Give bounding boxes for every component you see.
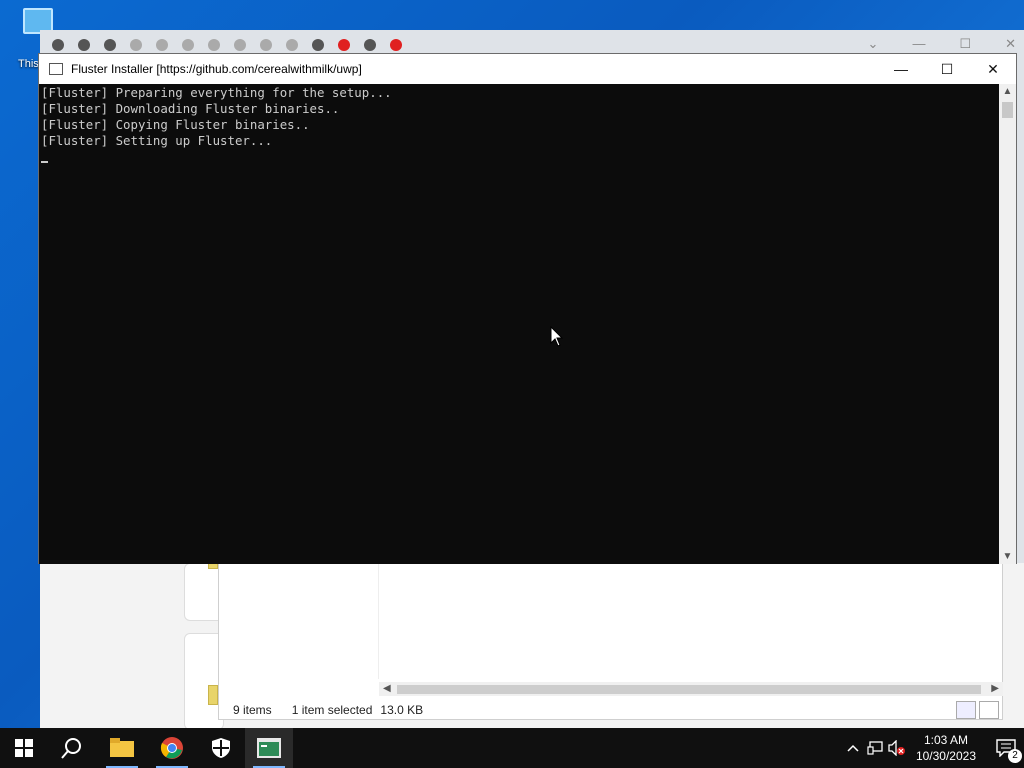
- console-titlebar[interactable]: Fluster Installer [https://github.com/ce…: [39, 54, 1016, 84]
- console-line: [Fluster] Setting up Fluster...: [41, 133, 273, 148]
- tab-favicon[interactable]: [286, 39, 298, 51]
- terminal-output[interactable]: [Fluster] Preparing everything for the s…: [39, 84, 1001, 564]
- horizontal-scrollbar[interactable]: ◀ ▶: [379, 682, 1003, 696]
- notification-badge: 2: [1008, 749, 1022, 763]
- system-tray: 1:03 AM 10/30/2023 2: [842, 728, 1024, 768]
- security-icon: [212, 738, 230, 758]
- scrollbar-thumb[interactable]: [397, 685, 981, 694]
- tab-favicon[interactable]: [130, 39, 142, 51]
- tab-favicon[interactable]: [182, 39, 194, 51]
- tab-favicon[interactable]: [364, 39, 376, 51]
- scroll-left-icon[interactable]: ◀: [383, 682, 391, 696]
- file-explorer-window[interactable]: ◀ ▶ 9 items 1 item selected 13.0 KB: [218, 563, 1003, 720]
- maximize-button[interactable]: ☐: [924, 54, 970, 84]
- chevron-up-icon[interactable]: [842, 744, 864, 752]
- folder-icon: [208, 685, 218, 705]
- scroll-up-icon[interactable]: ▲: [999, 86, 1016, 97]
- search-icon: [61, 738, 81, 759]
- volume-muted-icon[interactable]: [886, 740, 908, 756]
- taskbar-chrome[interactable]: [148, 728, 196, 768]
- tab-favicon[interactable]: [52, 39, 64, 51]
- taskbar-file-explorer[interactable]: [98, 728, 146, 768]
- tab-favicon[interactable]: [338, 39, 350, 51]
- console-line: [Fluster] Preparing everything for the s…: [41, 85, 392, 100]
- close-icon[interactable]: ✕: [1005, 36, 1016, 52]
- desktop: This ⌄ — ☐ ✕ ◀ ▶ 9 items 1 item selected…: [0, 0, 1024, 728]
- console-line: [Fluster] Copying Fluster binaries..: [41, 117, 310, 132]
- clock-date: 10/30/2023: [915, 749, 976, 763]
- selection-count: 1 item selected: [291, 703, 373, 717]
- scroll-right-icon[interactable]: ▶: [991, 682, 999, 696]
- search-button[interactable]: [48, 728, 96, 768]
- tab-favicon[interactable]: [234, 39, 246, 51]
- action-center-button[interactable]: 2: [988, 739, 1024, 763]
- tab-favicon[interactable]: [390, 39, 402, 51]
- tab-favicon[interactable]: [156, 39, 168, 51]
- minimize-icon: —: [894, 61, 908, 77]
- console-icon: [257, 738, 281, 758]
- start-icon: [15, 739, 33, 757]
- details-view-icon[interactable]: [956, 701, 976, 719]
- taskbar: 1:03 AM 10/30/2023 2: [0, 728, 1024, 768]
- clock-time: 1:03 AM: [923, 733, 968, 747]
- scrollbar-thumb[interactable]: [1002, 102, 1013, 118]
- minimize-icon[interactable]: —: [912, 36, 925, 52]
- selection-size: 13.0 KB: [380, 703, 424, 717]
- browser-window-controls: ⌄ — ☐ ✕: [868, 36, 1016, 52]
- maximize-icon[interactable]: ☐: [959, 36, 971, 52]
- console-window[interactable]: Fluster Installer [https://github.com/ce…: [38, 53, 1017, 564]
- close-button[interactable]: ✕: [970, 54, 1016, 84]
- tab-favicon[interactable]: [260, 39, 272, 51]
- network-icon[interactable]: [864, 741, 886, 755]
- console-app-icon: [49, 63, 63, 75]
- close-icon: ✕: [987, 60, 999, 77]
- chevron-down-icon[interactable]: ⌄: [868, 36, 879, 52]
- navigation-pane[interactable]: [219, 564, 379, 679]
- taskbar-console[interactable]: [245, 728, 293, 768]
- maximize-icon: ☐: [940, 60, 954, 77]
- desktop-icon-label: This: [18, 58, 39, 70]
- chrome-icon: [160, 737, 183, 759]
- large-icons-view-icon[interactable]: [979, 701, 999, 719]
- vertical-scrollbar[interactable]: ▲ ▼: [999, 84, 1016, 564]
- status-bar: 9 items 1 item selected 13.0 KB: [219, 700, 1003, 720]
- item-count: 9 items: [233, 703, 272, 717]
- minimize-button[interactable]: —: [878, 54, 924, 84]
- scroll-down-icon[interactable]: ▼: [999, 551, 1016, 562]
- window-title: Fluster Installer [https://github.com/ce…: [71, 62, 362, 76]
- tab-favicon[interactable]: [78, 39, 90, 51]
- tab-favicon[interactable]: [312, 39, 324, 51]
- start-button[interactable]: [0, 728, 48, 768]
- console-line: [Fluster] Downloading Fluster binaries..: [41, 101, 340, 116]
- taskbar-security[interactable]: [197, 728, 245, 768]
- text-cursor: [41, 161, 48, 163]
- tab-favicon[interactable]: [208, 39, 220, 51]
- tab-favicon[interactable]: [104, 39, 116, 51]
- clock[interactable]: 1:03 AM 10/30/2023: [916, 732, 976, 764]
- file-explorer-icon: [110, 738, 134, 757]
